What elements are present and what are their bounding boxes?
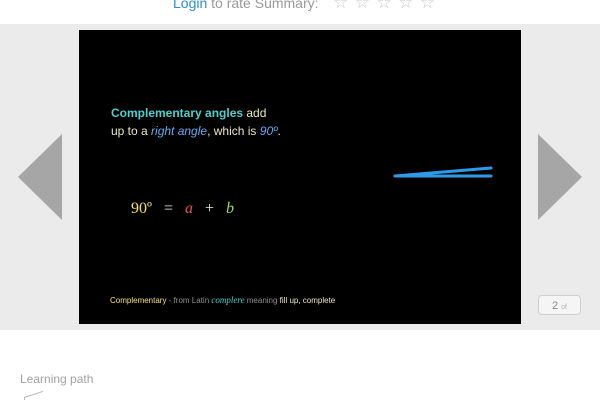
star-icon[interactable]: ☆: [420, 0, 435, 13]
footnote-latin-word: complere: [211, 295, 245, 305]
footnote-term: Complementary: [110, 296, 167, 305]
term-complementary-angles: Complementary angles: [111, 106, 244, 120]
star-icon[interactable]: ☆: [333, 0, 348, 13]
star-icon[interactable]: ☆: [398, 0, 413, 13]
footnote-meaning-word: meaning: [244, 296, 280, 305]
next-slide-button[interactable]: [538, 134, 582, 220]
definition-text-3: .: [277, 124, 281, 138]
equation-var-b: b: [226, 200, 235, 217]
equation-var-a: a: [185, 200, 193, 217]
angle-illustration: [393, 166, 493, 178]
rating-text: Login to rate Summary:: [173, 0, 319, 11]
equation-plus: +: [205, 200, 215, 217]
right-angle-term: right angle: [151, 124, 208, 138]
login-link[interactable]: Login: [173, 0, 207, 11]
star-icon[interactable]: ☆: [376, 0, 391, 13]
current-slide-number: 2: [552, 300, 559, 312]
star-icon[interactable]: ☆: [355, 0, 370, 13]
of-label: of: [561, 304, 567, 311]
learning-path-heading: Learning path: [20, 372, 94, 386]
rating-bar: Login to rate Summary: ☆ ☆ ☆ ☆ ☆: [0, 0, 600, 24]
previous-slide-button[interactable]: [18, 134, 62, 220]
etymology-footnote: Complementary - from Latin complere mean…: [110, 295, 335, 305]
slide-definition: Complementary angles add up to a right a…: [111, 104, 281, 140]
slide: Complementary angles add up to a right a…: [79, 30, 521, 324]
ninety-degrees: 90º: [259, 124, 278, 138]
footnote-meaning: fill up, complete: [279, 296, 336, 305]
slide-page-counter[interactable]: 2 of: [538, 295, 581, 315]
equation-equals: =: [163, 200, 173, 217]
angle-equation: 90º = a + b: [131, 200, 242, 218]
definition-text-2: , which is: [207, 124, 260, 138]
page: Login to rate Summary: ☆ ☆ ☆ ☆ ☆ Complem…: [0, 0, 600, 400]
equation-lhs: 90º: [131, 200, 152, 217]
star-rating[interactable]: ☆ ☆ ☆ ☆ ☆: [333, 0, 437, 13]
learning-path-icon: [24, 390, 43, 400]
footnote-from: - from Latin: [166, 296, 212, 305]
rate-summary-label: to rate Summary:: [207, 0, 319, 11]
slideshow-stage: Complementary angles add up to a right a…: [0, 24, 600, 330]
